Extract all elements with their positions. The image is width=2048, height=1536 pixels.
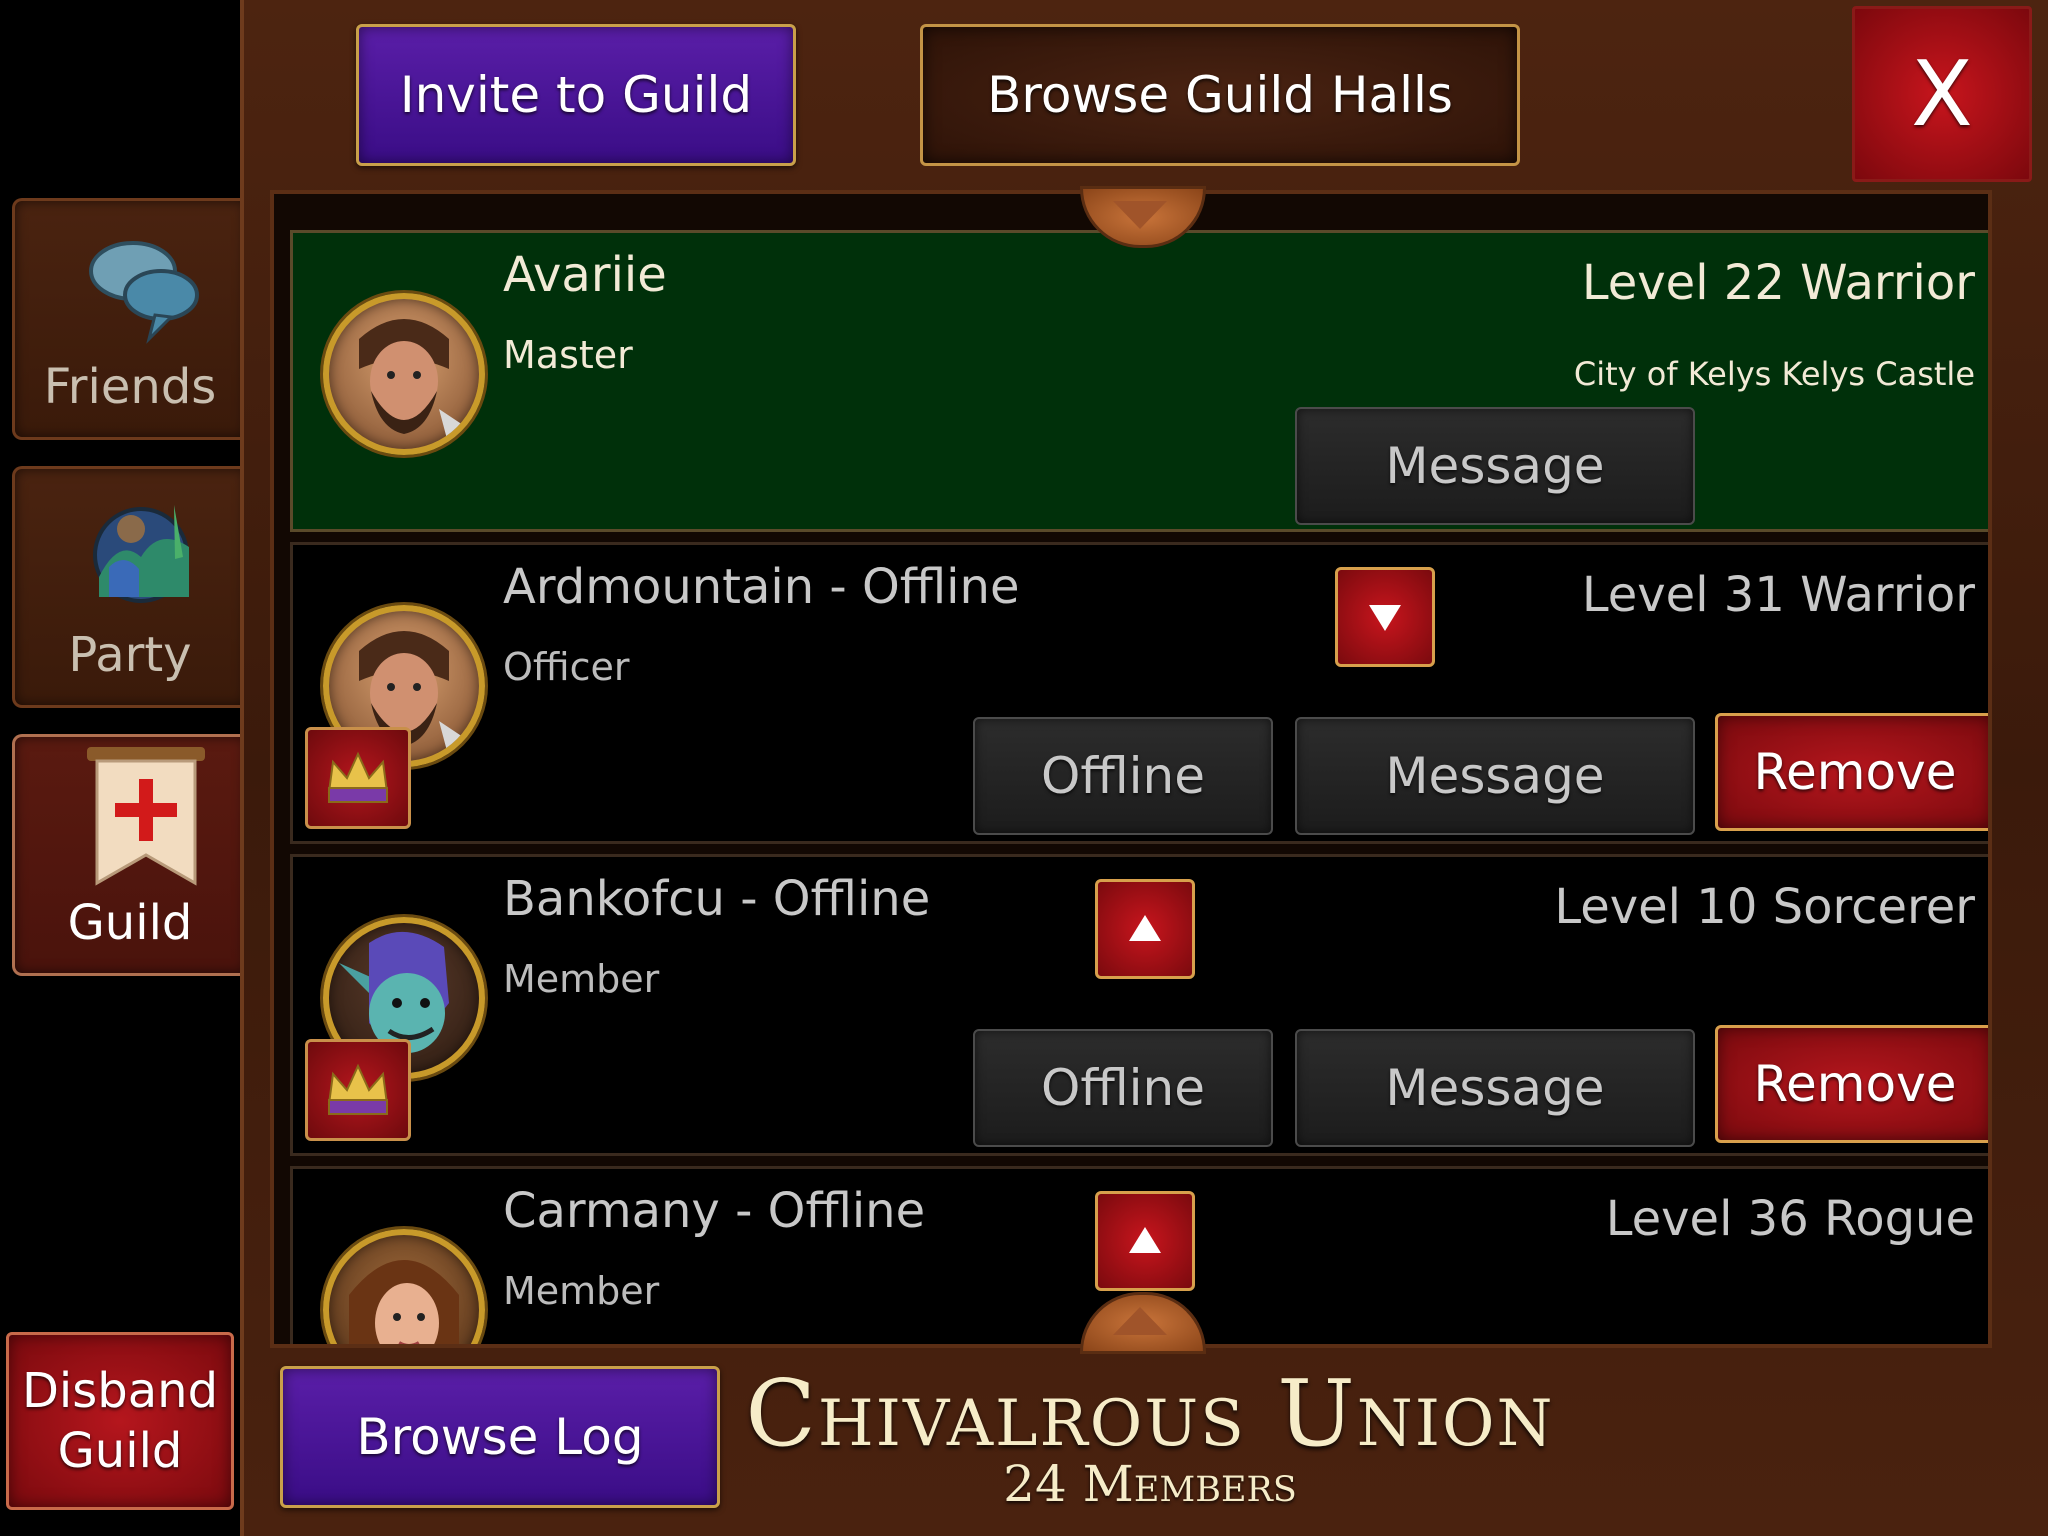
remove-button[interactable]: Remove: [1715, 1025, 1988, 1143]
invite-to-guild-button[interactable]: Invite to Guild: [356, 24, 796, 166]
message-label: Message: [1385, 437, 1605, 495]
tab-party-label: Party: [68, 627, 192, 683]
offline-status-button[interactable]: Offline: [973, 1029, 1273, 1147]
avatar: [323, 1229, 485, 1344]
browse-log-button[interactable]: Browse Log: [280, 1366, 720, 1508]
triangle-down-icon: [1113, 201, 1167, 229]
crown-icon: [327, 751, 389, 803]
member-row[interactable]: Bankofcu - Offline Member Level 10 Sorce…: [290, 854, 1988, 1156]
invite-label: Invite to Guild: [399, 66, 753, 124]
member-list[interactable]: Avariie Master Level 22 Warrior City of …: [270, 190, 1992, 1348]
guild-name: Chivalrous Union: [745, 1360, 1555, 1467]
member-rank: Member: [503, 957, 660, 1001]
promote-button[interactable]: [1095, 1191, 1195, 1291]
tab-party[interactable]: Party: [12, 466, 245, 708]
message-label: Message: [1385, 1059, 1605, 1117]
avatar: [323, 293, 485, 455]
arrow-down-icon: [1369, 605, 1401, 631]
status-label: Offline: [1040, 747, 1206, 805]
disband-label-line1: Disband: [21, 1363, 219, 1419]
member-location: City of Kelys Kelys Castle: [1573, 355, 1975, 393]
tab-guild-label: Guild: [67, 895, 193, 951]
rogue-portrait-icon: [349, 1260, 459, 1344]
member-level: Level 22 Warrior: [1581, 255, 1975, 311]
arrow-up-icon: [1129, 915, 1161, 941]
remove-button[interactable]: Remove: [1715, 713, 1988, 831]
member-name: Bankofcu - Offline: [503, 871, 931, 927]
member-rank: Member: [503, 1269, 660, 1313]
member-name: Ardmountain - Offline: [503, 559, 1020, 615]
close-button[interactable]: X: [1852, 6, 2032, 182]
member-name: Avariie: [503, 247, 667, 303]
member-row[interactable]: Ardmountain - Offline Officer Level 31 W…: [290, 542, 1988, 844]
crown-badge: [305, 1039, 411, 1141]
member-level: Level 36 Rogue: [1605, 1191, 1975, 1247]
status-label: Offline: [1040, 1059, 1206, 1117]
remove-label: Remove: [1753, 1055, 1957, 1113]
browse-guild-halls-button[interactable]: Browse Guild Halls: [920, 24, 1520, 166]
disband-label-line2: Guild: [57, 1423, 183, 1479]
disband-guild-button[interactable]: Disband Guild: [6, 1332, 234, 1510]
offline-status-button[interactable]: Offline: [973, 717, 1273, 835]
triangle-up-icon: [1113, 1307, 1167, 1335]
close-label: X: [1911, 41, 1973, 147]
speech-bubbles-icon: [89, 241, 199, 344]
member-row[interactable]: Avariie Master Level 22 Warrior City of …: [290, 230, 1988, 532]
member-name: Carmany - Offline: [503, 1183, 926, 1239]
warrior-portrait-icon: [359, 319, 469, 439]
member-level: Level 10 Sorcerer: [1554, 879, 1975, 935]
browse-log-label: Browse Log: [356, 1408, 644, 1466]
message-label: Message: [1385, 747, 1605, 805]
message-button[interactable]: Message: [1295, 717, 1695, 835]
member-level: Level 31 Warrior: [1581, 567, 1975, 623]
remove-label: Remove: [1753, 743, 1957, 801]
crown-icon: [327, 1063, 389, 1115]
tab-friends-label: Friends: [43, 359, 217, 415]
member-rank: Master: [503, 333, 633, 377]
browse-halls-label: Browse Guild Halls: [987, 66, 1453, 124]
party-group-icon: [93, 505, 189, 603]
message-button[interactable]: Message: [1295, 1029, 1695, 1147]
message-button[interactable]: Message: [1295, 407, 1695, 525]
tab-friends[interactable]: Friends: [12, 198, 245, 440]
officer-crown-badge: [305, 727, 411, 829]
demote-button[interactable]: [1335, 567, 1435, 667]
scroll-down-handle[interactable]: [1080, 186, 1206, 248]
tab-guild[interactable]: Guild: [12, 734, 245, 976]
member-rank: Officer: [503, 645, 630, 689]
scroll-up-handle[interactable]: [1080, 1292, 1206, 1354]
guild-member-count: 24 Members: [1003, 1455, 1297, 1513]
arrow-up-icon: [1129, 1227, 1161, 1253]
promote-button[interactable]: [1095, 879, 1195, 979]
guild-banner-icon: [87, 747, 205, 886]
